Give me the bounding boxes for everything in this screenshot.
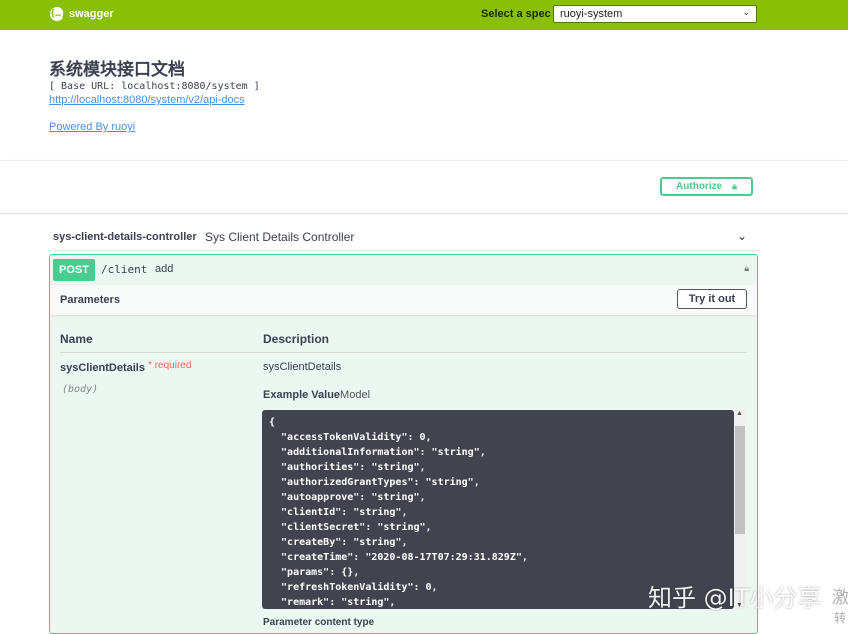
lock-icon: 🔒︎ xyxy=(732,181,737,191)
scroll-thumb[interactable] xyxy=(735,426,745,534)
required-marker: * required xyxy=(148,360,192,371)
parameters-title: Parameters xyxy=(60,294,120,306)
parameter-name: sysClientDetails * required xyxy=(60,360,192,374)
parameter-in: (body) xyxy=(62,384,99,395)
post-operation-block: POST /client add 🔒︎ Parameters Try it ou… xyxy=(49,254,758,634)
method-badge: POST xyxy=(53,259,95,281)
tab-model[interactable]: Model xyxy=(340,389,370,401)
spec-select-value: ruoyi-system xyxy=(560,8,623,20)
parameter-description: sysClientDetails xyxy=(263,361,342,373)
parameters-header: Parameters Try it out xyxy=(50,285,757,315)
tab-example-value[interactable]: Example Value xyxy=(263,389,340,401)
lock-icon[interactable]: 🔒︎ xyxy=(744,263,749,274)
swagger-logo[interactable]: {…} swagger xyxy=(50,7,114,21)
parameter-name-text: sysClientDetails xyxy=(60,362,145,374)
api-info: 系统模块接口文档 [ Base URL: localhost:8080/syst… xyxy=(49,55,260,106)
swagger-logo-text: swagger xyxy=(69,8,114,20)
authorize-label: Authorize xyxy=(676,181,723,192)
column-header-name: Name xyxy=(60,332,93,346)
chevron-down-icon: ⌄ xyxy=(742,7,750,17)
authorize-button[interactable]: Authorize 🔒︎ xyxy=(660,177,753,196)
chevron-down-icon[interactable]: ⌄ xyxy=(737,229,747,243)
operation-summary[interactable]: POST /client add 🔒︎ xyxy=(50,255,757,286)
page-title: 系统模块接口文档 xyxy=(49,60,185,79)
tag-section: sys-client-details-controller Sys Client… xyxy=(49,226,759,251)
scroll-up-icon[interactable]: ▲ xyxy=(736,410,743,417)
watermark: 知乎 @IT小分享 xyxy=(648,584,822,612)
tag-name: sys-client-details-controller xyxy=(53,231,197,243)
operation-path: /client xyxy=(101,263,148,276)
topbar: {…} swagger Select a spec ruoyi-system ⌄ xyxy=(0,0,848,30)
try-it-out-button[interactable]: Try it out xyxy=(677,289,747,309)
api-docs-link[interactable]: http://localhost:8080/system/v2/api-docs xyxy=(49,94,260,106)
divider xyxy=(60,352,747,353)
watermark-side: 激 xyxy=(832,588,848,607)
tag-description: Sys Client Details Controller xyxy=(205,230,355,244)
select-spec-label: Select a spec xyxy=(481,8,551,20)
watermark-side-2: 转 xyxy=(834,611,847,625)
powered-by-link[interactable]: Powered By ruoyi xyxy=(49,121,135,133)
example-tabs: Example ValueModel xyxy=(263,389,370,401)
spec-select[interactable]: ruoyi-system ⌄ xyxy=(553,5,757,23)
parameter-content-type-label: Parameter content type xyxy=(263,617,375,628)
base-url: [ Base URL: localhost:8080/system ] xyxy=(49,81,260,92)
operation-summary-text: add xyxy=(155,263,174,275)
tag-header[interactable]: sys-client-details-controller Sys Client… xyxy=(49,226,759,251)
column-header-description: Description xyxy=(263,332,330,346)
swagger-logo-icon: {…} xyxy=(50,7,67,21)
